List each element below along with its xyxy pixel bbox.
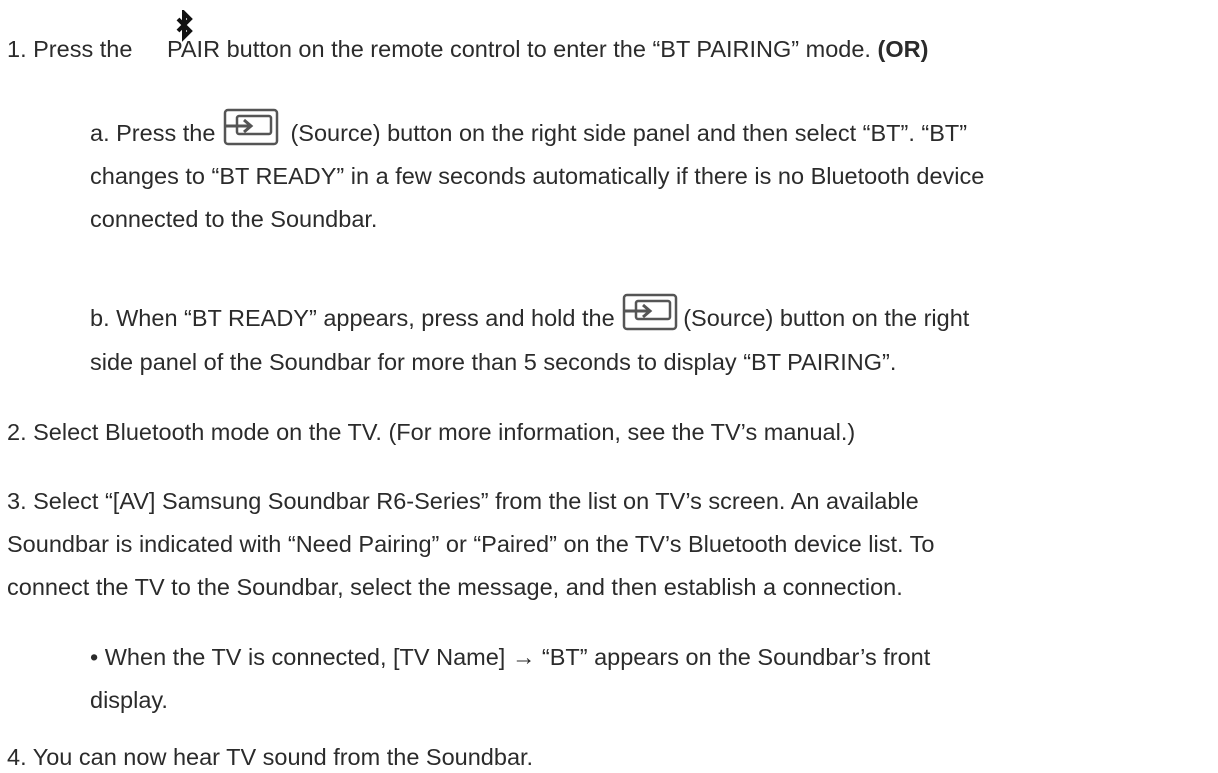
step-1a-line-2: changes to “BT READY” in a few seconds a… — [90, 163, 985, 189]
step-1b-line-1-suffix: (Source) button on the right — [683, 305, 970, 331]
source-icon — [622, 293, 678, 331]
step-1a-line-1-suffix: (Source) button on the right side panel … — [283, 120, 968, 146]
step-1b-line-1: b. When “BT READY” appears, press and ho… — [90, 293, 970, 334]
step-1-prefix: 1. Press the — [7, 36, 139, 62]
step-1a-line-3: connected to the Soundbar. — [90, 206, 378, 232]
step-1-or: (OR) — [877, 36, 929, 62]
step-1b-line-2: side panel of the Soundbar for more than… — [90, 349, 897, 375]
bullet-line-1: • When the TV is connected, [TV Name] → … — [90, 644, 931, 670]
step-4: 4. You can now hear TV sound from the So… — [7, 744, 534, 770]
bullet-line-2: display. — [90, 687, 168, 713]
source-icon — [223, 108, 279, 146]
step-3-line-1: 3. Select “[AV] Samsung Soundbar R6-Seri… — [7, 488, 919, 514]
step-1a-prefix: a. Press the — [90, 120, 222, 146]
step-3-line-3: connect the TV to the Soundbar, select t… — [7, 574, 903, 600]
step-3-line-2: Soundbar is indicated with “Need Pairing… — [7, 531, 935, 557]
step-2: 2. Select Bluetooth mode on the TV. (For… — [7, 419, 856, 445]
step-1-suffix: PAIR button on the remote control to ent… — [166, 36, 878, 62]
step-1a-line-1: a. Press the (Source) button on the righ… — [90, 108, 968, 149]
step-1: 1. Press the PAIR button on the remote c… — [7, 33, 928, 65]
step-1b-prefix: b. When “BT READY” appears, press and ho… — [90, 305, 622, 331]
bluetooth-icon — [176, 10, 193, 42]
